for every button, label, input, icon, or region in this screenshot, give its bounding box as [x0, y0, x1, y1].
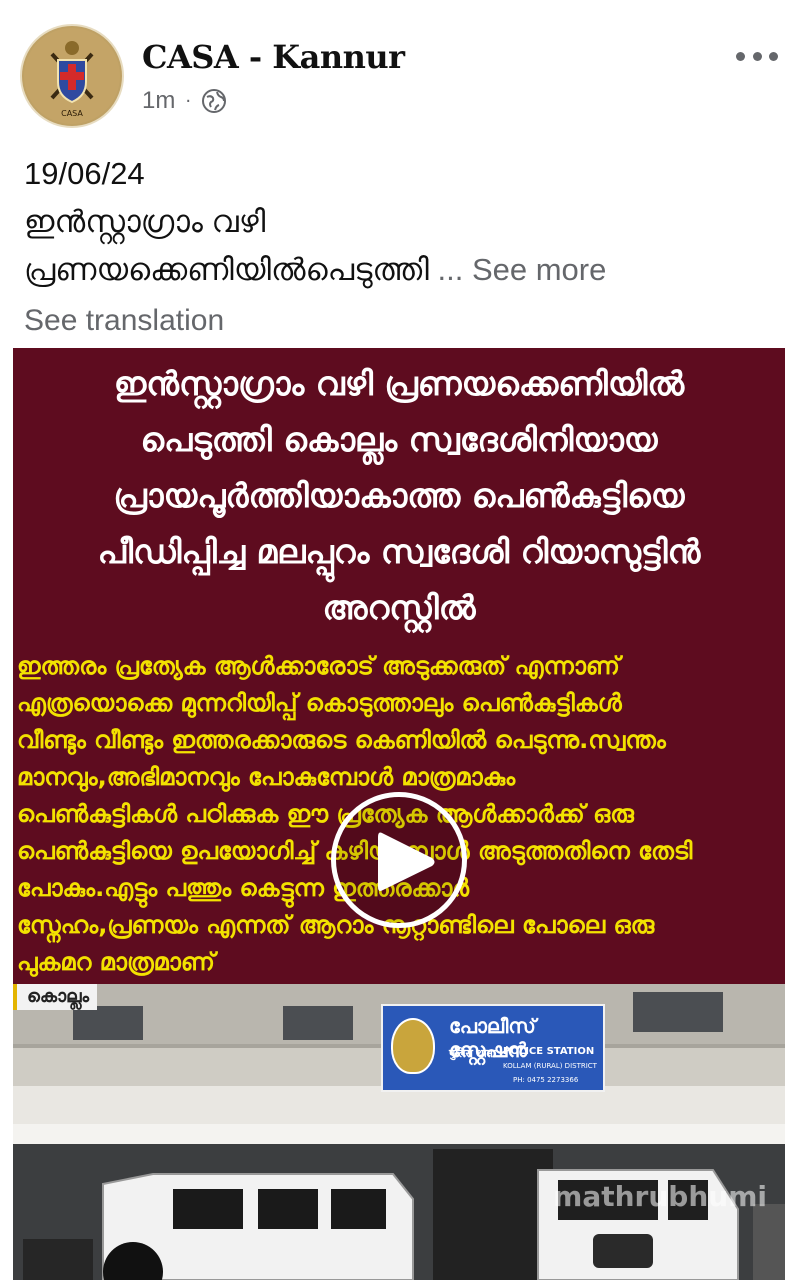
video-headline: ഇൻസ്റ്റാഗ്രാം വഴി പ്രണയക്കെണിയിൽ പെടുത്ത…	[97, 364, 701, 627]
post-time[interactable]: 1m	[142, 87, 175, 115]
meta-separator: ·	[185, 90, 192, 112]
police-station-sign: പോലീസ് സ്റ്റേഷൻ पुलिस थाना POLICE STATIO…	[381, 1004, 605, 1092]
sign-phone: PH: 0475 2273366	[513, 1076, 579, 1084]
sign-district: KOLLAM (RURAL) DISTRICT	[503, 1062, 597, 1070]
play-button[interactable]	[331, 792, 467, 928]
see-more-link[interactable]: See more	[472, 252, 606, 287]
avatar-caption: CASA	[61, 109, 83, 118]
page-avatar[interactable]: CASA	[20, 24, 124, 128]
ellipsis: ...	[428, 252, 464, 287]
video-thumbnail[interactable]: ഇൻസ്റ്റാഗ്രാം വഴി പ്രണയക്കെണിയിൽ പെടുത്ത…	[13, 348, 785, 1280]
post-text-line: ഇൻസ്റ്റാഗ്രാം വഴി	[24, 204, 266, 239]
police-station-photo: കൊല്ലം പോലീസ് സ്റ്റേഷൻ पुलिस थाना POLICE…	[13, 984, 785, 1280]
sign-hindi: पुलिस थाना	[449, 1047, 496, 1060]
channel-watermark: mathrubhumi	[553, 1180, 767, 1213]
crest-icon: CASA	[24, 28, 120, 124]
page-name[interactable]: CASA - Kannur	[142, 38, 405, 76]
post-text-line: പ്രണയക്കെണിയിൽപെടുത്തി ... See more	[24, 252, 607, 287]
location-tag: കൊല്ലം	[13, 984, 98, 1010]
post-text: 19/06/24 ഇൻസ്റ്റാഗ്രാം വഴി പ്രണയക്കെണിയി…	[24, 150, 784, 294]
post-header: CASA CASA - Kannur 1m ·	[0, 0, 798, 140]
sign-english: POLICE STATION	[503, 1046, 595, 1057]
globe-icon	[202, 89, 227, 113]
police-emblem-icon	[391, 1018, 435, 1074]
see-translation-link[interactable]: See translation	[24, 304, 224, 338]
more-options-icon[interactable]	[736, 46, 778, 66]
post-date-line: 19/06/24	[24, 156, 145, 191]
play-icon	[378, 832, 435, 891]
post-meta: 1m ·	[142, 85, 227, 117]
